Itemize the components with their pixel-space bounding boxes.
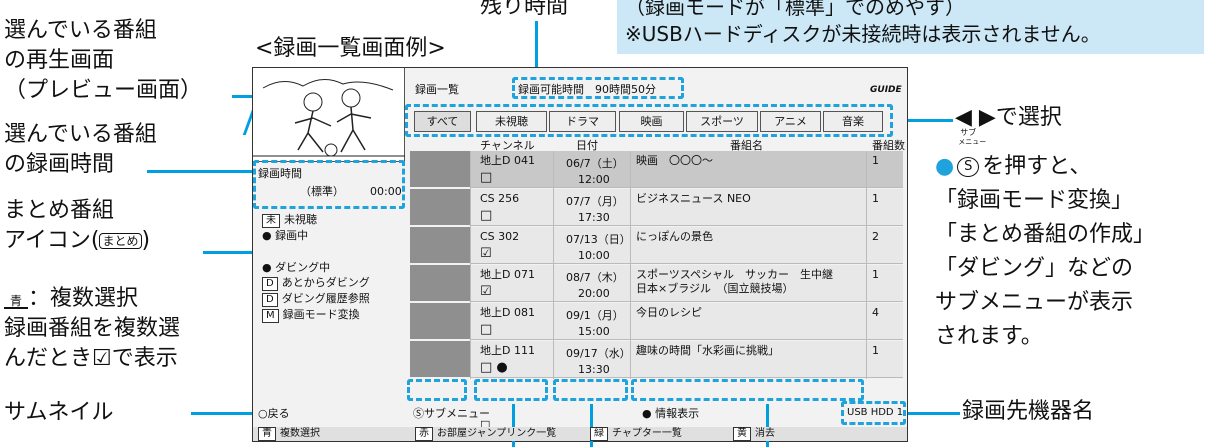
tab-music[interactable]: 音楽 [823,111,883,132]
row-count: 1 [872,154,879,167]
top-note-line2: ※USBハードディスクが未接続時は表示されません。 [625,22,1101,46]
row-count: 1 [872,192,879,205]
row-check[interactable]: □ [480,171,492,185]
bottom-multi-select[interactable]: 青複数選択 [258,427,320,441]
bottom-room-jump[interactable]: 赤お部屋ジャンプリンク一覧 [415,427,556,441]
row-channel: CS 302 [480,230,520,243]
device-name: USB HDD 1 [847,407,904,418]
row-check[interactable]: □ ● [480,361,508,375]
row-check[interactable]: □ [480,209,492,223]
row-channel: 地上D 081 [480,306,535,319]
footer-info[interactable]: ● 情報表示 [642,407,699,421]
menu-unwatched[interactable]: 未未視聴 [262,213,317,228]
tab-sports[interactable]: スポーツ [686,111,758,132]
submenu-key-icon: S サブ メニュー [957,128,986,177]
bullet-icon: ● [935,154,955,179]
row-title: 趣味の時間「水彩画に挑戦」 [636,344,779,357]
top-note-line1: （録画モードが「標準」でのめやす） [625,0,965,19]
summary-callout: まとめ番組 アイコン(まとめ) [4,198,151,253]
row-time: 12:00 [578,173,610,186]
menu-later-dub[interactable]: D あとからダビング [262,276,370,291]
preview-callout: 選んでいる番組 の再生画面 （プレビュー画面） [4,18,203,103]
menu-dub-history[interactable]: D ダビング履歴参照 [262,292,370,307]
row-title: 今日のレシピ [636,306,702,319]
row-check[interactable]: ☑ [480,247,492,261]
row-date: 07/7（月） [566,195,624,208]
row-check[interactable]: ☑ [480,285,492,299]
row-title: にっぽんの景色 [636,230,713,243]
row-count: 1 [872,268,879,281]
footer-submenu[interactable]: Ⓢサブメニュー [413,407,490,421]
row-check[interactable]: □ [480,323,492,337]
tab-all[interactable]: すべて [414,111,471,132]
row-title: スポーツスペシャル サッカー 生中継 [636,268,834,281]
row-time: 17:30 [578,211,610,224]
row-time: 20:00 [578,287,610,300]
row-title: ビジネスニュース NEO [636,192,751,205]
footer-back[interactable]: ○戻る [258,407,290,421]
rec-mode: （標準） [300,185,344,198]
bottom-delete[interactable]: 黄消去 [733,427,775,441]
row-channel: 地上D 071 [480,268,535,281]
guide-logo: GUIDE [870,85,902,95]
row-thumbnail [410,341,470,377]
bottom-bar: 青複数選択 赤お部屋ジャンプリンク一覧 緑チャプター一覧 黄消去 [253,427,907,441]
row-date: 09/17（水） [566,347,631,360]
row-channel: 地上D 041 [480,154,535,167]
row-thumbnail [410,303,470,339]
menu-mode-convert[interactable]: M 録画モード変換 [262,308,360,323]
menu-dubbing[interactable]: ● ダビング中 [262,261,330,275]
tab-movie[interactable]: 映画 [619,111,684,132]
rec-time-value: 00:00 [370,185,402,198]
tab-anime[interactable]: アニメ [760,111,821,132]
summary-icon: まとめ [99,233,142,249]
row-thumbnail [410,227,470,263]
row-title: 映画 〇〇〇〜 [636,154,713,167]
row-thumbnail [410,265,470,301]
example-title: <録画一覧画面例> [255,36,446,61]
row-date: 08/7（木） [566,271,624,284]
remaining-time-callout: 残り時間 [480,0,569,19]
row-thumbnail [410,151,470,187]
row-thumbnail [410,189,470,225]
row-channel: CS 256 [480,192,520,205]
row-time: 15:00 [578,325,610,338]
multi-callout: 青：複数選択 録画番組を複数選 んだとき☑で表示 [4,286,181,371]
row-time: 10:00 [578,249,610,262]
row-count: 1 [872,344,879,357]
rec-time-label: 録画時間 [258,167,302,180]
preview-image [253,68,405,162]
row-channel: 地上D 111 [480,344,535,357]
tab-drama[interactable]: ドラマ [549,111,616,132]
row-date: 09/1（月） [566,309,624,322]
menu-recording[interactable]: ● 録画中 [262,229,308,243]
screen-title: 録画一覧 [415,83,459,96]
row-time: 13:30 [578,363,610,376]
blue-key: 青 [4,295,28,309]
tab-unwatched[interactable]: 未視聴 [476,111,547,132]
top-note: （録画モードが「標準」でのめやす） ※USBハードディスクが未接続時は表示されま… [617,0,1204,54]
row-title-2: 日本×ブラジル （国立競技場） [636,282,794,295]
thumbnail-callout: サムネイル [4,400,114,425]
row-count: 2 [872,230,879,243]
info-icon: ● [642,407,652,420]
rectime-callout: 選んでいる番組 の録画時間 [4,122,157,177]
device-callout: 録画先機器名 [962,399,1095,424]
bottom-chapter[interactable]: 緑チャプター一覧 [590,427,682,441]
row-count: 4 [872,306,879,319]
row-date: 06/7（土） [566,157,624,170]
submenu-callout: ● S サブ メニュー を押すと、 「録画モード変換」 「まとめ番組の作成」 「ダビング… [935,128,1156,349]
row-date: 07/13（日） [566,233,631,246]
